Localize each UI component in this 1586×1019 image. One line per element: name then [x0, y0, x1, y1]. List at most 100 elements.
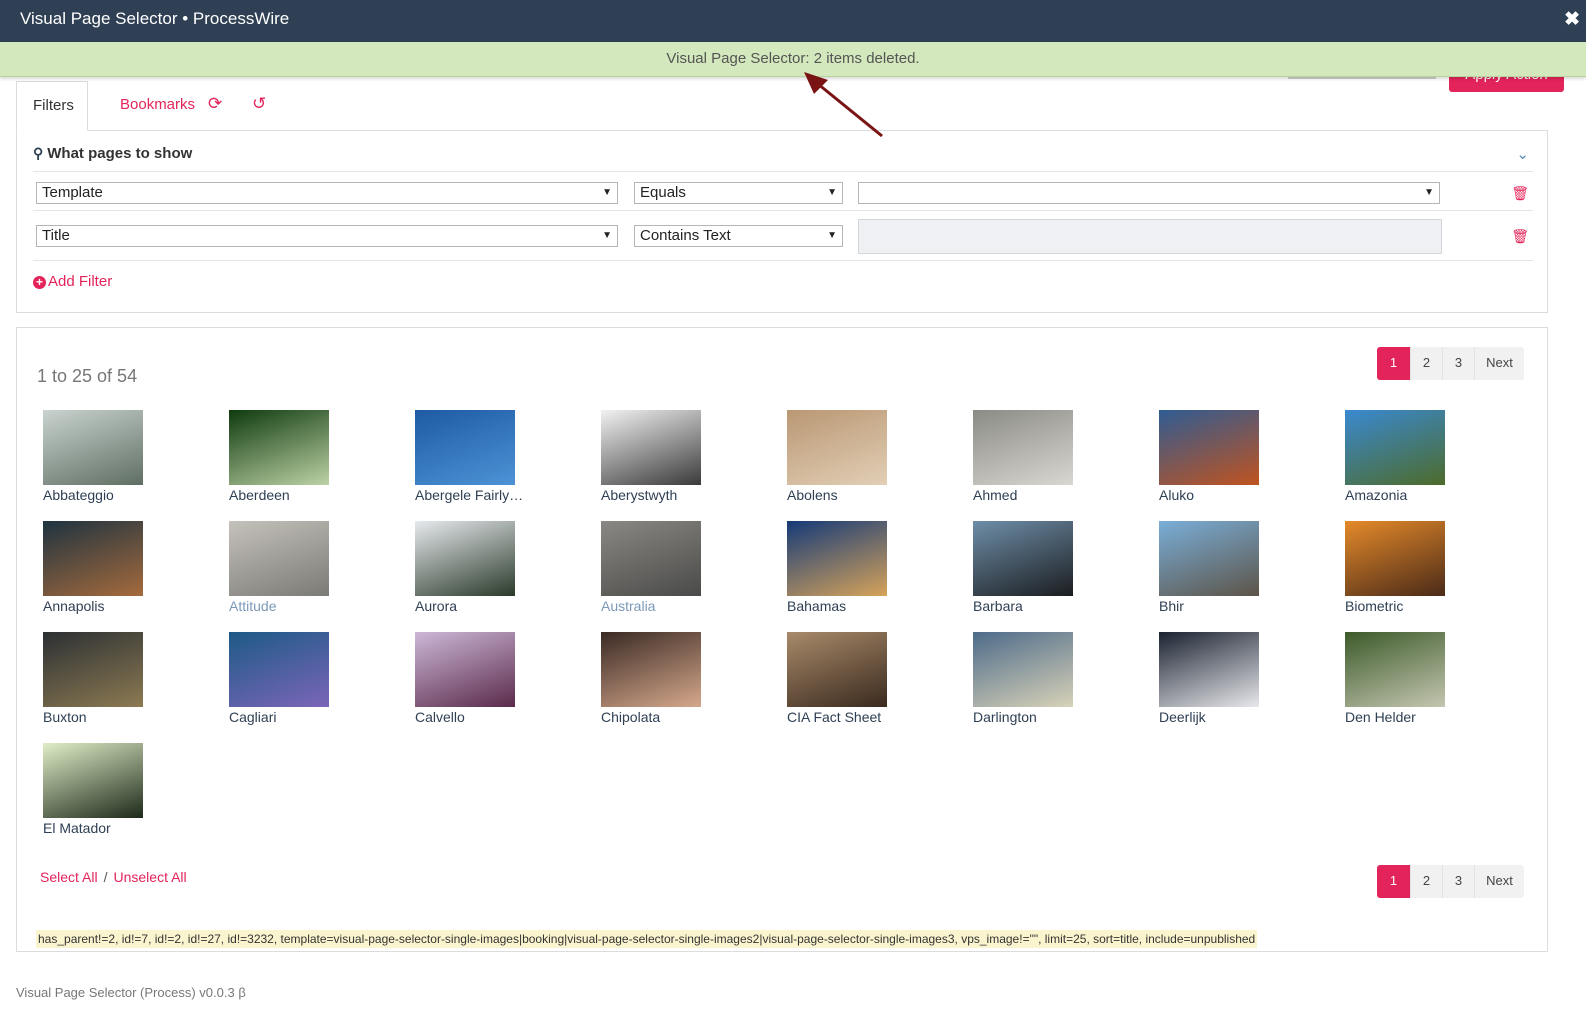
chevron-down-icon[interactable]: ⌄: [1516, 145, 1529, 163]
filters-heading-text: What pages to show: [47, 145, 193, 162]
thumbnail-label: Aberdeen: [229, 487, 290, 503]
page-button[interactable]: 2: [1410, 865, 1442, 898]
thumbnail-label: Abolens: [787, 487, 838, 503]
page-thumbnail-item[interactable]: Aberystwyth: [601, 410, 781, 503]
thumbnail-label: Attitude: [229, 598, 277, 614]
thumbnail-label: Amazonia: [1345, 487, 1408, 503]
page-thumbnail-item[interactable]: Abergele Fairly…: [415, 410, 595, 503]
thumbnail-label: Darlington: [973, 709, 1037, 725]
plus-circle-icon: +: [33, 276, 46, 289]
divider: [33, 171, 1533, 172]
next-page-button[interactable]: Next: [1474, 347, 1524, 380]
thumbnail-label: Abergele Fairly…: [415, 487, 524, 503]
page-thumbnail-item[interactable]: Chipolata: [601, 632, 781, 725]
thumbnail-image: [415, 521, 515, 596]
trash-icon[interactable]: 🗑: [1511, 228, 1529, 245]
thumbnail-image: [229, 410, 329, 485]
filters-heading[interactable]: ⚲ What pages to show: [33, 145, 192, 162]
thumbnail-image: [1159, 521, 1259, 596]
thumbnail-label: Den Helder: [1345, 709, 1416, 725]
page-button[interactable]: 3: [1442, 865, 1474, 898]
page-thumbnail-item[interactable]: CIA Fact Sheet: [787, 632, 967, 725]
page-thumbnail-item[interactable]: Buxton: [43, 632, 223, 725]
filter-field-select[interactable]: Title ▼: [36, 225, 618, 247]
page-button-current[interactable]: 1: [1377, 347, 1410, 380]
add-filter-label: Add Filter: [48, 273, 113, 290]
thumbnail-label: Buxton: [43, 709, 87, 725]
page-thumbnail-item[interactable]: Abbateggio: [43, 410, 223, 503]
reset-icon[interactable]: ↺: [252, 94, 266, 114]
refresh-icon[interactable]: ⟳: [208, 94, 222, 114]
tab-filters[interactable]: Filters: [16, 81, 88, 131]
thumbnail-image: [229, 521, 329, 596]
page-thumbnail-item[interactable]: El Matador: [43, 743, 223, 836]
page-thumbnail-item[interactable]: Attitude: [229, 521, 409, 614]
filter-operator-select[interactable]: Equals ▼: [634, 182, 843, 204]
thumbnail-label: Aurora: [415, 598, 458, 614]
filter-text-input[interactable]: [858, 219, 1442, 254]
pagination-top: 1 2 3 Next: [1377, 347, 1524, 380]
page-thumbnail-item[interactable]: Bahamas: [787, 521, 967, 614]
page-thumbnail-item[interactable]: Barbara: [973, 521, 1153, 614]
add-filter-button[interactable]: + Add Filter: [33, 273, 112, 290]
trash-icon[interactable]: 🗑: [1511, 185, 1529, 202]
thumbnail-label: Bhir: [1159, 598, 1184, 614]
results-count: 1 to 25 of 54: [37, 366, 138, 386]
page-thumbnail-item[interactable]: Aurora: [415, 521, 595, 614]
caret-down-icon: ▼: [827, 187, 837, 198]
success-notice: Visual Page Selector: 2 items deleted.: [0, 42, 1586, 77]
thumbnail-image: [1345, 632, 1445, 707]
filter-field-select[interactable]: Template ▼: [36, 182, 618, 204]
footer-version: Visual Page Selector (Process) v0.0.3 β: [16, 985, 246, 1000]
page-thumbnail-item[interactable]: Darlington: [973, 632, 1153, 725]
unselect-all-link[interactable]: Unselect All: [113, 869, 186, 885]
page-thumbnail-item[interactable]: Deerlijk: [1159, 632, 1339, 725]
page-button[interactable]: 3: [1442, 347, 1474, 380]
page-thumbnail-item[interactable]: Amazonia: [1345, 410, 1525, 503]
filter-value-select[interactable]: ▼: [858, 182, 1440, 204]
thumbnail-label: Australia: [601, 598, 656, 614]
thumbnail-image: [43, 521, 143, 596]
page-thumbnail-item[interactable]: Bhir: [1159, 521, 1339, 614]
thumbnail-image: [601, 632, 701, 707]
filter-operator-select[interactable]: Contains Text ▼: [634, 225, 843, 247]
divider: [33, 260, 1533, 261]
tab-bookmarks[interactable]: Bookmarks: [104, 81, 211, 130]
filter-operator-value: Contains Text: [640, 227, 731, 244]
thumbnail-image: [601, 521, 701, 596]
page-thumbnail-item[interactable]: Ahmed: [973, 410, 1153, 503]
page-thumbnail-item[interactable]: Cagliari: [229, 632, 409, 725]
bulk-action-select[interactable]: [1288, 77, 1436, 79]
page-thumbnail-item[interactable]: Biometric: [1345, 521, 1525, 614]
page-thumbnail-item[interactable]: Aberdeen: [229, 410, 409, 503]
close-icon[interactable]: ✖: [1564, 8, 1580, 31]
search-icon: ⚲: [33, 145, 44, 161]
caret-down-icon: ▼: [602, 230, 612, 241]
thumbnail-label: Barbara: [973, 598, 1023, 614]
thumbnail-image: [43, 410, 143, 485]
page-button[interactable]: 2: [1410, 347, 1442, 380]
thumbnail-image: [787, 521, 887, 596]
filters-panel: ⚲ What pages to show ⌄ Template ▼ Equals ▼ …: [16, 130, 1548, 313]
page-button-current[interactable]: 1: [1377, 865, 1410, 898]
caret-down-icon: ▼: [827, 230, 837, 241]
select-all-link[interactable]: Select All: [40, 869, 98, 885]
thumbnail-image: [43, 632, 143, 707]
thumbnail-image: [973, 521, 1073, 596]
page-thumbnail-item[interactable]: Aluko: [1159, 410, 1339, 503]
caret-down-icon: ▼: [602, 187, 612, 198]
page-thumbnail-item[interactable]: Calvello: [415, 632, 595, 725]
thumbnail-image: [43, 743, 143, 818]
thumbnail-label: Abbateggio: [43, 487, 114, 503]
thumbnail-image: [787, 410, 887, 485]
notice-text: Visual Page Selector: 2 items deleted.: [666, 50, 920, 67]
title-bar: Visual Page Selector • ProcessWire ✖: [0, 0, 1586, 42]
thumbnail-label: Biometric: [1345, 598, 1404, 614]
page-thumbnail-item[interactable]: Abolens: [787, 410, 967, 503]
next-page-button[interactable]: Next: [1474, 865, 1524, 898]
thumbnail-label: CIA Fact Sheet: [787, 709, 882, 725]
page-thumbnail-item[interactable]: Den Helder: [1345, 632, 1525, 725]
page-thumbnail-item[interactable]: Australia: [601, 521, 781, 614]
thumbnail-image: [229, 632, 329, 707]
page-thumbnail-item[interactable]: Annapolis: [43, 521, 223, 614]
